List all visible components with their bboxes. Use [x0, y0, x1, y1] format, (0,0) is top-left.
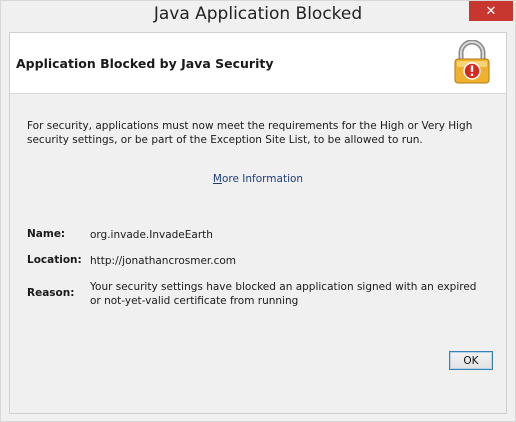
- header-banner: Application Blocked by Java Security: [10, 33, 506, 94]
- more-info-accelerator: M: [212, 173, 222, 185]
- banner-title: Application Blocked by Java Security: [16, 56, 274, 71]
- padlock-warning-icon: [452, 39, 492, 86]
- more-information-link[interactable]: More Information: [10, 173, 506, 185]
- close-icon: ✕: [485, 3, 497, 19]
- window-title: Java Application Blocked: [153, 4, 363, 24]
- reason-value: Your security settings have blocked an a…: [90, 281, 477, 307]
- security-message: For security, applications must now meet…: [27, 120, 473, 146]
- dialog-client-area: Application Blocked by Java Security For…: [9, 32, 507, 414]
- reason-label: Reason:: [27, 287, 75, 299]
- close-button[interactable]: ✕: [469, 1, 513, 21]
- name-value: org.invade.InvadeEarth: [90, 229, 213, 241]
- dialog-window: Java Application Blocked ✕ Application B…: [0, 0, 516, 422]
- location-label: Location:: [27, 254, 82, 266]
- title-bar[interactable]: Java Application Blocked ✕: [1, 1, 515, 31]
- name-label: Name:: [27, 228, 66, 240]
- ok-button[interactable]: OK: [449, 351, 493, 370]
- location-value: http://jonathancrosmer.com: [90, 255, 237, 267]
- more-info-label: ore Information: [221, 173, 304, 185]
